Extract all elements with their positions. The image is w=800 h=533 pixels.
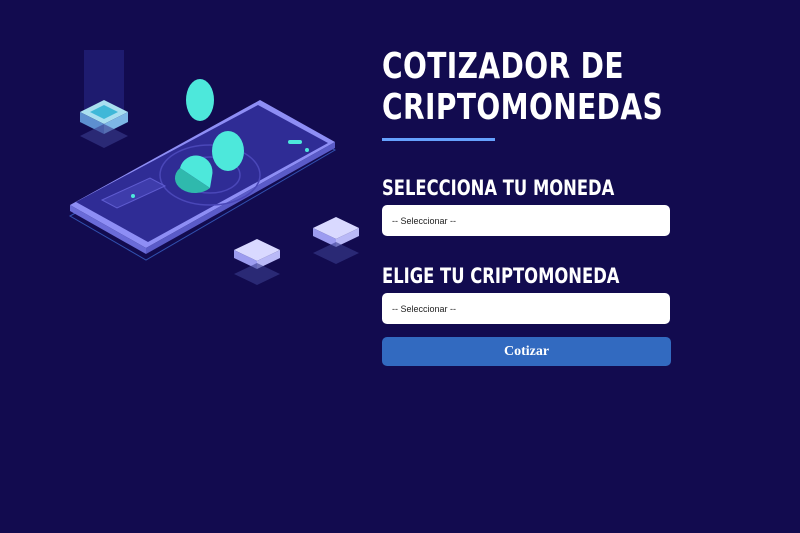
- page-title: COTIZADOR DE CRIPTOMONEDAS: [382, 46, 663, 128]
- currency-label: SELECCIONA TU MONEDA: [382, 176, 615, 200]
- crypto-phone-illustration: [60, 50, 360, 310]
- title-underline: [382, 138, 495, 141]
- coin-icon: [212, 131, 244, 171]
- crypto-select-value: -- Seleccionar --: [392, 303, 457, 314]
- title-line-1: COTIZADOR DE: [382, 46, 624, 87]
- small-cube-right: [313, 217, 359, 264]
- quote-form: COTIZADOR DE CRIPTOMONEDAS SELECCIONA TU…: [382, 46, 682, 366]
- crypto-select[interactable]: -- Seleccionar --: [382, 293, 670, 324]
- coin-icon: [186, 79, 214, 121]
- quote-button[interactable]: Cotizar: [382, 337, 671, 366]
- currency-select[interactable]: -- Seleccionar --: [382, 205, 670, 236]
- title-line-2: CRIPTOMONEDAS: [382, 87, 664, 128]
- small-cube-bottom: [234, 239, 280, 285]
- currency-select-value: -- Seleccionar --: [392, 215, 457, 226]
- crypto-label: ELIGE TU CRIPTOMONEDA: [382, 264, 620, 288]
